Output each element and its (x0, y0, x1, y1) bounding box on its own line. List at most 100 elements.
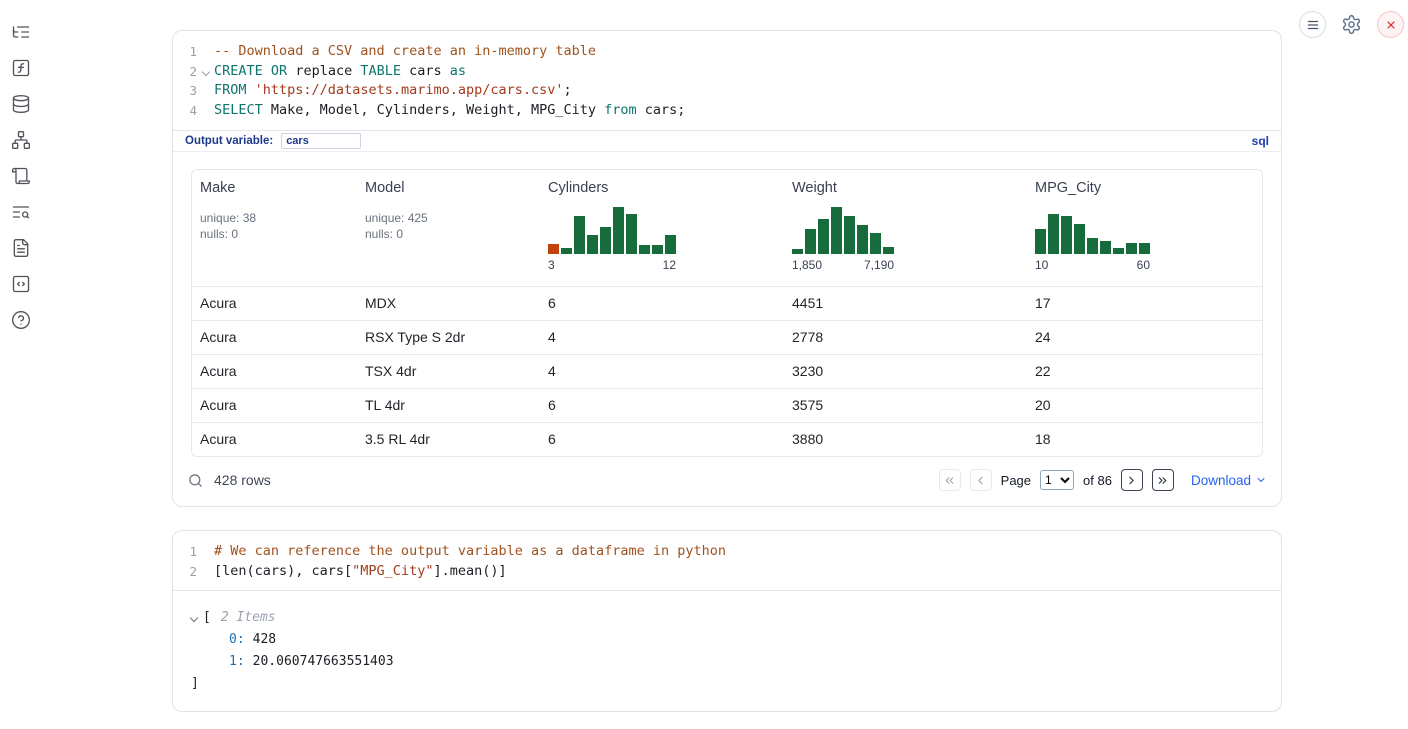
chevrons-left-icon (943, 474, 956, 487)
database-icon[interactable] (9, 92, 33, 116)
data-table: Makeunique: 38nulls: 0Modelunique: 425nu… (191, 169, 1263, 457)
histogram-bar (831, 207, 842, 254)
column-name: Weight (792, 180, 1019, 196)
sql-code-editor[interactable]: 1 -- Download a CSV and create an in-memo… (173, 31, 1281, 130)
close-button[interactable] (1377, 11, 1404, 38)
histogram-bar (1061, 216, 1072, 254)
code-line: 1 -- Download a CSV and create an in-memo… (173, 42, 1281, 62)
histogram-bar (844, 216, 855, 254)
table-cell: 22 (1027, 363, 1262, 379)
text-search-icon[interactable] (9, 200, 33, 224)
sql-cell: 1 -- Download a CSV and create an in-memo… (172, 30, 1282, 507)
table-cell: TSX 4dr (357, 363, 540, 379)
table-cell: Acura (192, 329, 357, 345)
table-cell: 4451 (784, 295, 1027, 311)
table-cell: 2778 (784, 329, 1027, 345)
column-header-mpg_city[interactable]: MPG_City1060 (1027, 170, 1262, 286)
chevron-down-icon (201, 67, 209, 75)
table-body: AcuraMDX6445117AcuraRSX Type S 2dr427782… (192, 286, 1262, 456)
scroll-icon[interactable] (9, 164, 33, 188)
prev-page-button[interactable] (970, 469, 992, 491)
code-token (247, 82, 255, 98)
column-header-make[interactable]: Makeunique: 38nulls: 0 (192, 170, 357, 286)
code-token: replace (287, 63, 360, 79)
tree-root[interactable]: [ 2 Items (191, 607, 1263, 629)
histogram-bar (870, 233, 881, 254)
last-page-button[interactable] (1152, 469, 1174, 491)
histogram-bar (561, 248, 572, 254)
code-line: 2[len(cars), cars["MPG_City"].mean()] (173, 562, 1281, 582)
settings-button[interactable] (1338, 11, 1365, 38)
page-total-label: of 86 (1083, 473, 1112, 488)
line-number: 2 (173, 62, 197, 82)
table-cell: 6 (540, 397, 784, 413)
dependency-graph-icon[interactable] (9, 128, 33, 152)
function-square-icon[interactable] (9, 56, 33, 80)
line-number: 1 (173, 42, 197, 62)
histogram-bar (1035, 229, 1046, 254)
help-icon[interactable] (9, 308, 33, 332)
code-line: 1 # We can reference the output variable … (173, 542, 1281, 562)
fold-chevron-icon[interactable] (197, 62, 214, 82)
table-header: Makeunique: 38nulls: 0Modelunique: 425nu… (192, 170, 1262, 286)
output-item-value: 428 (253, 632, 276, 647)
code-token: -- Download a CSV and create an in-memor… (214, 43, 596, 59)
table-cell: 3575 (784, 397, 1027, 413)
table-cell: 24 (1027, 329, 1262, 345)
table-cell: 3880 (784, 431, 1027, 447)
histogram-bar (665, 235, 676, 254)
fold-gutter (197, 42, 214, 62)
code-token: from (604, 102, 637, 118)
table-cell: TL 4dr (357, 397, 540, 413)
python-code-editor[interactable]: 1 # We can reference the output variable … (173, 531, 1281, 591)
table-cell: 20 (1027, 397, 1262, 413)
code-token: ; (564, 82, 572, 98)
page-select[interactable]: 1 (1040, 470, 1074, 490)
items-count-label: 2 Items (221, 607, 276, 629)
code-token: # We can reference the output variable a… (214, 543, 726, 559)
next-page-button[interactable] (1121, 469, 1143, 491)
output-variable-strip: Output variable: sql (173, 130, 1281, 152)
output-variable-label: Output variable: (185, 135, 273, 147)
language-badge: sql (1252, 134, 1269, 148)
table-cell: Acura (192, 295, 357, 311)
histogram-axis-labels: 1060 (1035, 258, 1150, 272)
output-item: 1:20.060747663551403 (191, 651, 1263, 673)
table-row: AcuraTSX 4dr4323022 (192, 354, 1262, 388)
column-header-weight[interactable]: Weight1,8507,190 (784, 170, 1027, 286)
code-snippets-icon[interactable] (9, 272, 33, 296)
document-icon[interactable] (9, 236, 33, 260)
stat-line: nulls: 0 (200, 226, 349, 243)
download-button[interactable]: Download (1191, 473, 1267, 488)
column-header-model[interactable]: Modelunique: 425nulls: 0 (357, 170, 540, 286)
menu-button[interactable] (1299, 11, 1326, 38)
code-text: CREATE OR replace TABLE cars as (214, 62, 466, 82)
file-tree-icon[interactable] (9, 20, 33, 44)
histogram-bars (548, 204, 676, 254)
histogram-bar (1139, 243, 1150, 254)
line-number: 1 (173, 542, 197, 562)
output-variable-input[interactable] (281, 133, 361, 149)
histogram-bar (639, 245, 650, 254)
search-button[interactable] (187, 472, 204, 489)
histogram-bar (626, 214, 637, 254)
output-item: 0:428 (191, 629, 1263, 651)
table-cell: Acura (192, 397, 357, 413)
close-icon (1385, 19, 1397, 31)
code-token: cars (401, 63, 450, 79)
table-cell: RSX Type S 2dr (357, 329, 540, 345)
column-histogram: 1060 (1035, 204, 1150, 272)
code-token: as (450, 63, 466, 79)
fold-gutter (197, 81, 214, 101)
histogram-bar (883, 247, 894, 254)
axis-min-label: 1,850 (792, 258, 822, 272)
histogram-bars (792, 204, 894, 254)
first-page-button[interactable] (939, 469, 961, 491)
stat-line: unique: 425 (365, 210, 532, 227)
code-token: "MPG_City" (352, 563, 433, 579)
python-output-tree: [ 2 Items 0:4281:20.060747663551403 ] (173, 591, 1281, 711)
column-header-cylinders[interactable]: Cylinders312 (540, 170, 784, 286)
column-stats: unique: 425nulls: 0 (365, 210, 532, 243)
histogram-bar (818, 219, 829, 254)
histogram-bar (805, 229, 816, 254)
